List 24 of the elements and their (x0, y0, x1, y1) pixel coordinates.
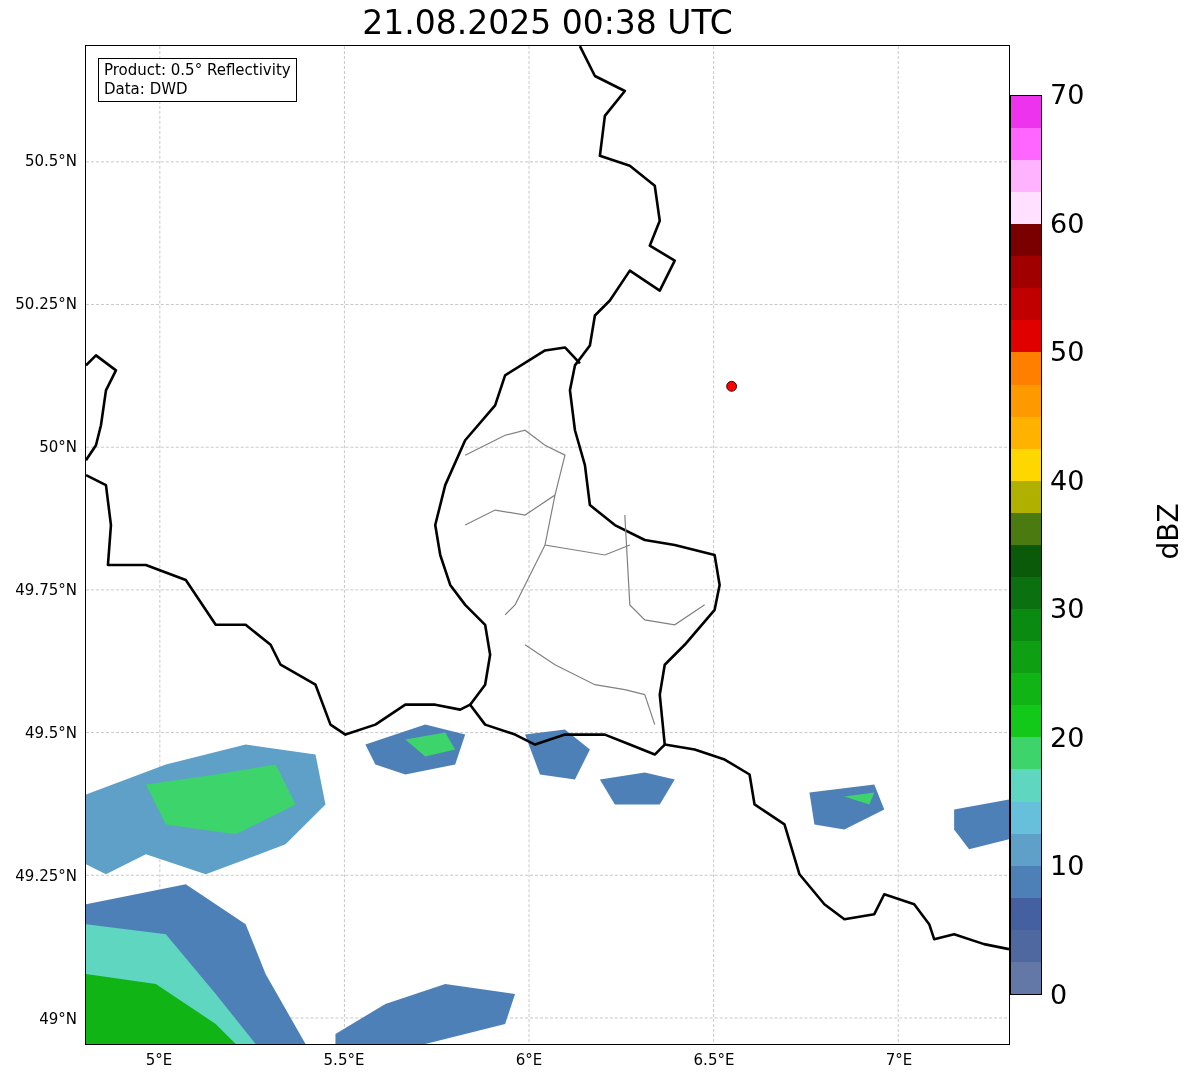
axis-tick-label: 49.5°N (24, 724, 77, 742)
colorbar-tick-label: 70 (1050, 80, 1085, 110)
axis-tick-label: 50.5°N (24, 152, 77, 170)
axis-tick-label: 6°E (515, 1051, 543, 1069)
colorbar-tick-label: 20 (1050, 722, 1085, 753)
axis-tick-label: 5°E (145, 1051, 173, 1069)
colorbar-tick-label: 0 (1050, 980, 1068, 1010)
axis-tick-label: 49°N (39, 1010, 77, 1028)
colorbar-tick-label: 40 (1050, 465, 1085, 496)
axis-tick-label: 49.75°N (15, 581, 77, 599)
axis-tick-label: 50.25°N (15, 295, 77, 313)
axis-tick-label: 49.25°N (15, 867, 77, 885)
axis-tick-label: 50°N (39, 438, 77, 456)
axis-tick-label: 7°E (885, 1051, 913, 1069)
colorbar-tick-label: 10 (1050, 851, 1085, 882)
colorbar-tick-label: 60 (1050, 208, 1085, 239)
legend-text: Data: DWD (104, 80, 189, 99)
chart-title: 21.08.2025 00:38 UTC (361, 2, 734, 44)
colorbar-label: dBZ (1151, 502, 1185, 562)
colorbar-tick-label: 50 (1050, 337, 1085, 368)
axis-tick-label: 6.5°E (693, 1051, 735, 1069)
legend-text: Product: 0.5° Reflectivity (104, 61, 291, 80)
axis-tick-label: 5.5°E (323, 1051, 365, 1069)
colorbar-tick-label: 30 (1050, 594, 1085, 625)
